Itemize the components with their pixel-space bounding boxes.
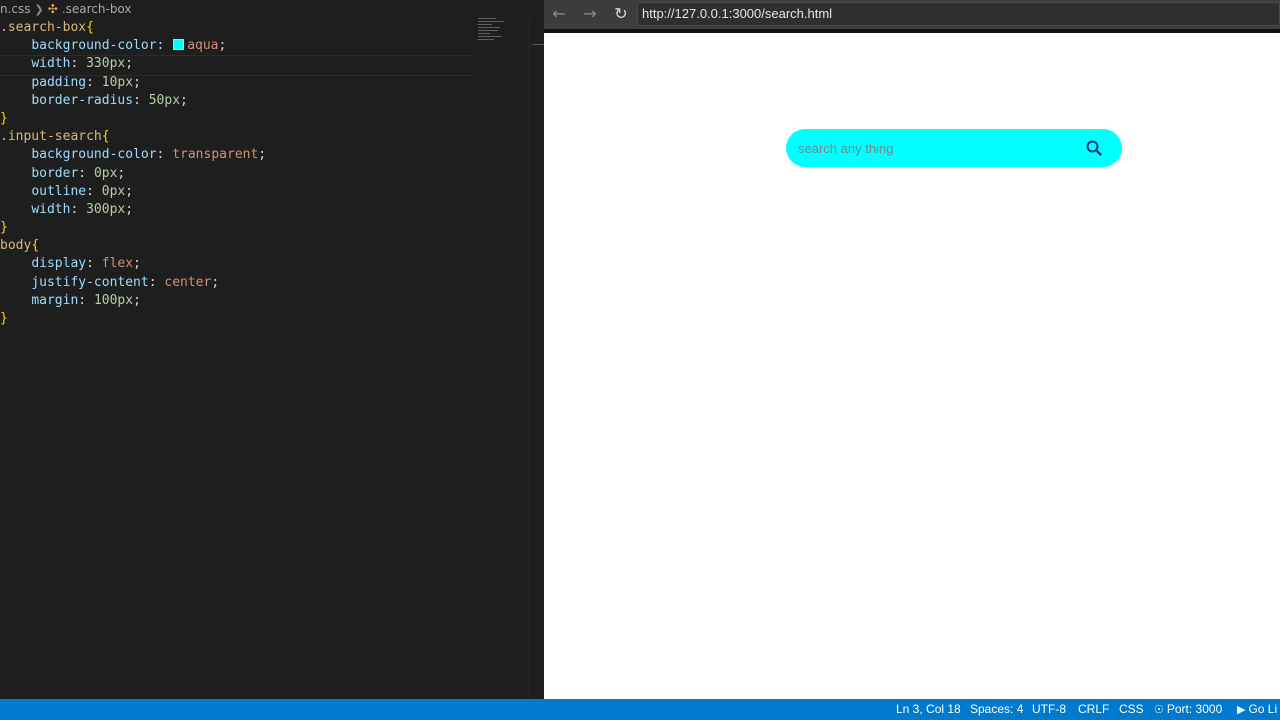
code-line: margin: 100px; (31, 292, 141, 308)
language-mode[interactable]: CSS (1119, 699, 1144, 720)
indentation[interactable]: Spaces: 4 (970, 699, 1023, 720)
code-line: background-color: aqua; (31, 38, 227, 54)
code-line: body{ (0, 238, 40, 254)
preview-browser: ← → ↻ http://127.0.0.1:3000/search.html (544, 0, 1280, 699)
search-box (786, 129, 1122, 167)
play-circle-icon: ▶ (1237, 704, 1246, 716)
breadcrumb: n.css ❯ ✣ .search-box (0, 0, 132, 18)
code-line: border-radius: 50px; (31, 92, 188, 108)
code-lines[interactable]: .search-box{ background-color: aqua; wid… (0, 19, 475, 328)
encoding[interactable]: UTF-8 (1032, 699, 1066, 720)
code-editor[interactable]: n.css ❯ ✣ .search-box .search-box{ backg… (0, 0, 544, 699)
breadcrumb-file[interactable]: n.css (0, 2, 31, 16)
status-bar: Ln 3, Col 18 Spaces: 4 UTF-8 CRLF CSS ☉ P… (0, 699, 1280, 720)
forward-arrow-icon[interactable]: → (577, 3, 603, 25)
code-line: .search-box{ (0, 20, 94, 35)
port-indicator[interactable]: ☉ Port: 3000 (1154, 699, 1222, 720)
code-line: } (0, 110, 8, 126)
code-line: border: 0px; (31, 165, 126, 181)
minimap[interactable] (478, 18, 528, 48)
breadcrumb-symbol[interactable]: .search-box (62, 2, 132, 16)
code-line: outline: 0px; (31, 183, 134, 199)
line-ending[interactable]: CRLF (1078, 699, 1109, 720)
code-line-current: width: 330px; (0, 55, 475, 76)
chevron-right-icon: ❯ (34, 2, 44, 16)
reload-icon[interactable]: ↻ (608, 3, 634, 25)
color-swatch[interactable] (173, 39, 185, 51)
cursor-position[interactable]: Ln 3, Col 18 (896, 699, 961, 720)
code-line: } (0, 220, 8, 236)
search-input[interactable] (798, 140, 1078, 156)
page-viewport (544, 33, 1280, 699)
css-selector-icon: ✣ (47, 2, 58, 16)
code-line: background-color: transparent; (31, 147, 267, 163)
code-line: width: 300px; (31, 201, 134, 217)
browser-toolbar: ← → ↻ http://127.0.0.1:3000/search.html (544, 0, 1280, 33)
code-line: justify-content: center; (31, 274, 220, 290)
search-icon[interactable] (1086, 140, 1102, 156)
url-bar[interactable]: http://127.0.0.1:3000/search.html (637, 2, 1280, 26)
code-line: display: flex; (31, 256, 141, 272)
code-line: } (0, 311, 8, 326)
go-live-button[interactable]: ▶ Go Li (1237, 699, 1277, 720)
editor-scrollbar[interactable] (529, 18, 544, 699)
code-line: .input-search{ (0, 129, 110, 145)
broadcast-icon: ☉ (1154, 704, 1164, 716)
code-line: padding: 10px; (31, 74, 141, 90)
back-arrow-icon[interactable]: ← (546, 3, 572, 25)
